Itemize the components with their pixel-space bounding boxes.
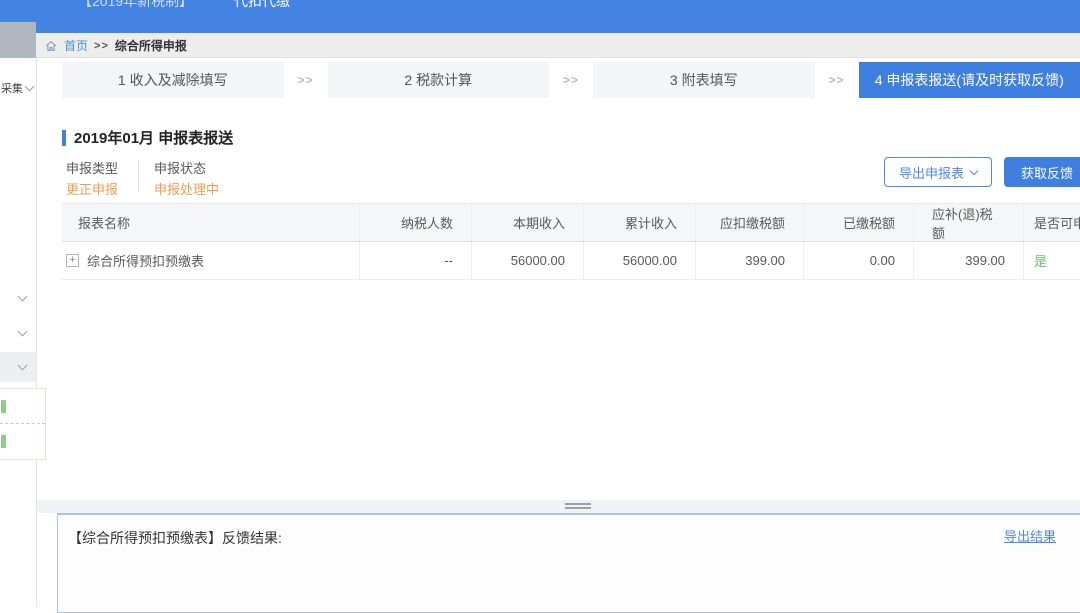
step-separator: >> <box>815 62 859 98</box>
col-header-cumulative-income: 累计收入 <box>584 204 696 241</box>
breadcrumb-bar: 首页 >> 综合所得申报 <box>0 33 1080 58</box>
breadcrumb-current-page: 综合所得申报 <box>115 37 187 54</box>
declaration-type-label: 申报类型 <box>66 158 118 177</box>
declaration-status-value: 申报处理中 <box>154 179 219 198</box>
declarable-flag: 是 <box>1024 242 1080 279</box>
expand-row-icon[interactable]: + <box>66 254 79 267</box>
feedback-panel-title: 【综合所得预扣预缴表】反馈结果: <box>68 528 282 548</box>
step-1-income-deduction[interactable]: 1 收入及减除填写 <box>62 62 284 98</box>
sidebar-item-collect[interactable]: 采集 <box>1 80 33 96</box>
export-result-link[interactable]: 导出结果 <box>1004 526 1056 545</box>
section-title-block: 2019年01月 申报表报送 <box>62 127 233 148</box>
export-return-button[interactable]: 导出申报表 <box>884 157 992 187</box>
chevron-down-icon <box>25 82 35 92</box>
export-return-button-label: 导出申报表 <box>899 163 964 182</box>
col-header-declarable: 是否可申报 <box>1024 204 1080 241</box>
top-nav-item-tax-system[interactable]: 【2019年新税制】 <box>78 0 193 11</box>
sidebar-menu-toggle-2[interactable] <box>12 323 32 343</box>
sidebar-submenu-item[interactable] <box>0 424 45 459</box>
panel-splitter <box>37 500 1080 513</box>
col-header-taxpayer-count: 纳税人数 <box>360 204 472 241</box>
declaration-type-value: 更正申报 <box>66 179 118 198</box>
taxpayer-count-cell: -- <box>360 242 472 279</box>
top-nav-bar: 【2019年新税制】 代扣代缴 <box>0 0 1080 33</box>
sidebar-submenu-popup <box>0 388 46 460</box>
title-accent-bar <box>62 130 66 146</box>
report-name-cell: + 综合所得预扣预缴表 <box>62 242 360 279</box>
step-3-schedule-fill[interactable]: 3 附表填写 <box>593 62 815 98</box>
breadcrumb-separator: >> <box>94 40 109 52</box>
breadcrumb: 首页 >> 综合所得申报 <box>44 33 187 58</box>
sidebar-menu-toggle-1[interactable] <box>12 288 32 308</box>
top-nav-item-withholding[interactable]: 代扣代缴 <box>234 0 290 11</box>
step-wizard: 1 收入及减除填写 >> 2 税款计算 >> 3 附表填写 >> 4 申报表报送… <box>62 62 1080 98</box>
chevron-down-icon <box>17 361 27 371</box>
home-icon[interactable] <box>44 39 58 53</box>
menu-item-fragment <box>1 400 6 413</box>
col-header-withholding-tax: 应扣缴税额 <box>696 204 804 241</box>
cumulative-income-cell: 56000.00 <box>584 242 696 279</box>
menu-item-fragment <box>1 435 6 448</box>
refund-tax-cell: 399.00 <box>914 242 1024 279</box>
get-feedback-button-label: 获取反馈 <box>1021 163 1073 182</box>
report-name: 综合所得预扣预缴表 <box>87 251 204 270</box>
current-income-cell: 56000.00 <box>472 242 584 279</box>
sidebar-corner-block <box>0 22 36 58</box>
chevron-down-icon <box>970 167 978 175</box>
meta-divider <box>138 160 139 192</box>
table-row[interactable]: + 综合所得预扣预缴表 -- 56000.00 56000.00 399.00 … <box>62 242 1080 280</box>
step-2-tax-calculation[interactable]: 2 税款计算 <box>328 62 550 98</box>
table-header-row: 报表名称 纳税人数 本期收入 累计收入 应扣缴税额 已缴税额 应补(退)税额 是… <box>62 204 1080 242</box>
sidebar-item-collect-label: 采集 <box>1 80 23 96</box>
main-content: 1 收入及减除填写 >> 2 税款计算 >> 3 附表填写 >> 4 申报表报送… <box>37 58 1080 607</box>
col-header-current-income: 本期收入 <box>472 204 584 241</box>
get-feedback-button[interactable]: 获取反馈 <box>1004 157 1080 187</box>
returns-table: 报表名称 纳税人数 本期收入 累计收入 应扣缴税额 已缴税额 应补(退)税额 是… <box>62 203 1080 280</box>
step-separator: >> <box>284 62 328 98</box>
sidebar-menu-toggle-3[interactable] <box>12 357 32 377</box>
page-title: 2019年01月 申报表报送 <box>74 127 233 148</box>
sidebar-submenu-item[interactable] <box>0 389 45 424</box>
col-header-refund-tax: 应补(退)税额 <box>914 204 1024 241</box>
col-header-report-name: 报表名称 <box>62 204 360 241</box>
left-sidebar: 采集 <box>0 58 37 607</box>
step-separator: >> <box>549 62 593 98</box>
drag-handle-icon[interactable] <box>565 503 591 511</box>
paid-tax-cell: 0.00 <box>804 242 914 279</box>
declaration-status-label: 申报状态 <box>154 158 206 177</box>
feedback-result-panel: 【综合所得预扣预缴表】反馈结果: 导出结果 <box>57 513 1080 613</box>
chevron-down-icon <box>17 292 27 302</box>
withholding-tax-cell: 399.00 <box>696 242 804 279</box>
col-header-paid-tax: 已缴税额 <box>804 204 914 241</box>
breadcrumb-home-link[interactable]: 首页 <box>64 37 88 54</box>
step-4-submit-return[interactable]: 4 申报表报送(请及时获取反馈) <box>859 62 1080 98</box>
chevron-down-icon <box>17 327 27 337</box>
